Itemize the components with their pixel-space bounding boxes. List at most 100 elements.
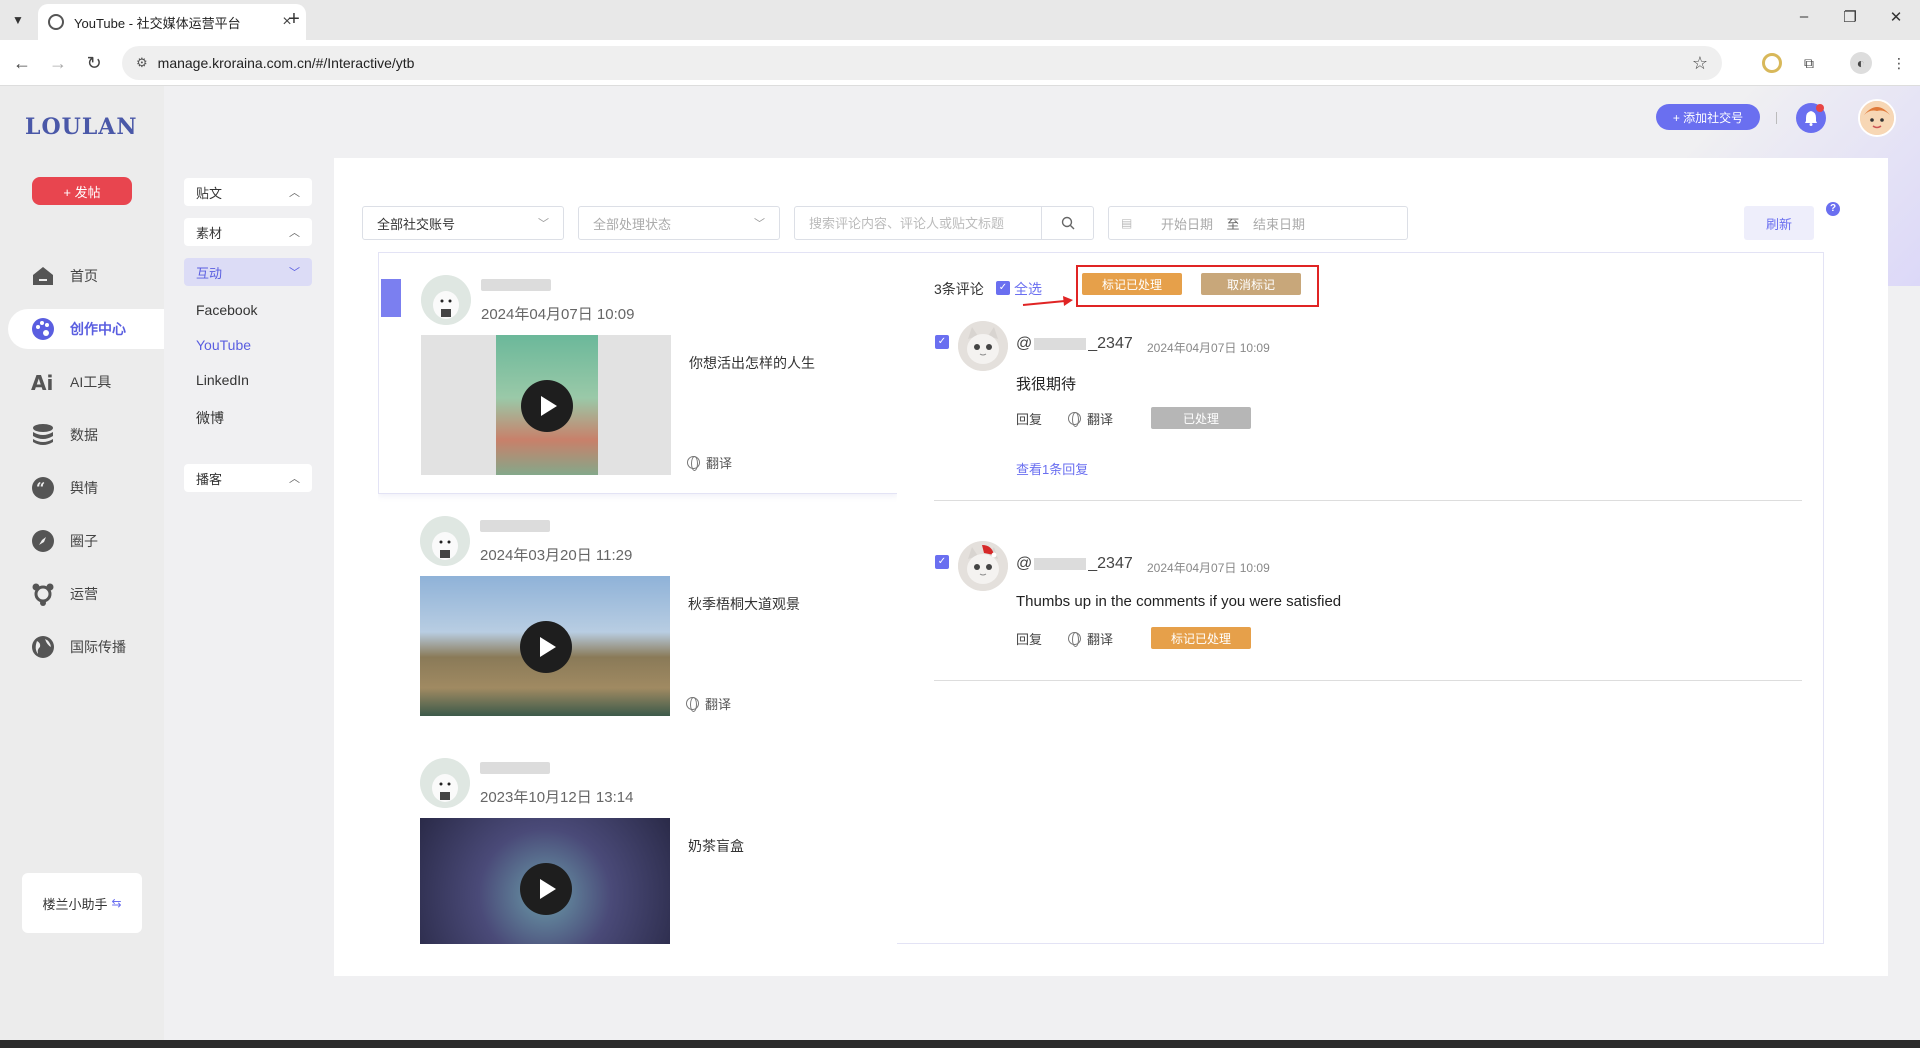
date-range-picker[interactable]: ▤ 开始日期 至 结束日期 xyxy=(1108,206,1408,240)
translate-button[interactable]: 翻译 xyxy=(1068,629,1113,648)
comment-actions: 回复 翻译 已处理 xyxy=(1016,407,1252,429)
reply-button[interactable]: 回复 xyxy=(1016,409,1042,428)
account-select[interactable]: 全部社交账号 ﹀ xyxy=(362,206,564,240)
minimize-icon[interactable]: – xyxy=(1792,8,1816,25)
network-icon xyxy=(30,581,56,607)
processed-status-button[interactable]: 已处理 xyxy=(1151,407,1252,429)
translate-button[interactable]: 翻译 xyxy=(686,694,731,713)
subnav-group-posts[interactable]: 贴文 ︿ xyxy=(184,178,312,206)
subnav-group-interaction[interactable]: 互动 ﹀ xyxy=(184,258,312,286)
browser-tab[interactable]: YouTube - 社交媒体运营平台 × xyxy=(38,4,306,40)
calendar-icon: ▤ xyxy=(1121,216,1133,230)
assistant-button[interactable]: 楼兰小助手 ⇆ xyxy=(22,873,142,933)
comment-text: 我很期待 xyxy=(1016,376,1077,393)
refresh-button[interactable]: 刷新 xyxy=(1744,206,1814,240)
comment-time: 2024年04月07日 10:09 xyxy=(1147,341,1270,355)
taskbar xyxy=(0,1040,1920,1048)
post-author-redacted xyxy=(481,279,551,291)
subnav-group-podcast[interactable]: 播客 ︿ xyxy=(184,464,312,492)
search-input[interactable] xyxy=(795,207,1041,239)
unmark-button[interactable]: 取消标记 xyxy=(1201,273,1301,295)
database-icon xyxy=(30,422,56,448)
subnav-group-label: 贴文 xyxy=(196,185,223,201)
tab-list-chevron-icon[interactable]: ▼ xyxy=(6,8,30,32)
start-date[interactable]: 开始日期 xyxy=(1161,214,1213,233)
mark-processed-button[interactable]: 标记已处理 xyxy=(1082,273,1182,295)
user-avatar[interactable] xyxy=(1858,99,1896,137)
url-text: manage.kroraina.com.cn/#/Interactive/ytb xyxy=(157,55,415,71)
author-suffix: _2347 xyxy=(1088,335,1133,352)
browser-menu-icon[interactable]: ⋮ xyxy=(1888,52,1910,74)
forward-arrow-icon[interactable]: → xyxy=(46,51,70,75)
browser-tabbar: ▼ YouTube - 社交媒体运营平台 × + – ❐ ✕ xyxy=(0,0,1920,40)
post-caption: 奶茶盲盒 xyxy=(688,838,744,854)
subnav-link-linkedin[interactable]: LinkedIn xyxy=(196,372,249,388)
help-icon[interactable]: ? xyxy=(1826,202,1840,216)
palette-icon xyxy=(30,316,56,342)
comment-checkbox[interactable]: ✓ xyxy=(935,555,949,569)
sidebar-item-data[interactable]: 数据 xyxy=(8,415,164,455)
mark-processed-status-button[interactable]: 标记已处理 xyxy=(1151,627,1252,649)
notification-button[interactable] xyxy=(1796,103,1826,133)
post-card[interactable]: 2024年03月20日 11:29 秋季梧桐大道观景 翻译 xyxy=(378,494,898,736)
chevron-down-icon: ﹀ xyxy=(538,218,549,230)
author-redacted xyxy=(1034,338,1087,350)
sidebar-item-ai-tools[interactable]: Ai AI工具 xyxy=(8,362,164,402)
video-thumbnail[interactable] xyxy=(420,818,670,944)
avatar xyxy=(421,275,471,325)
view-replies-link[interactable]: 查看1条回复 xyxy=(1016,459,1088,478)
add-social-account-button[interactable]: + 添加社交号 xyxy=(1656,104,1760,130)
select-all-checkbox[interactable]: ✓ xyxy=(996,281,1010,295)
extension-icon[interactable] xyxy=(1762,53,1782,73)
globe-icon xyxy=(1068,631,1082,647)
new-post-button[interactable]: + 发帖 xyxy=(32,177,132,205)
comment-count: 3条评论 xyxy=(934,281,984,297)
close-window-icon[interactable]: ✕ xyxy=(1884,8,1908,26)
play-icon[interactable] xyxy=(520,863,572,915)
sidebar-item-home[interactable]: 首页 xyxy=(8,256,164,296)
comment-checkbox[interactable]: ✓ xyxy=(935,335,949,349)
play-icon[interactable] xyxy=(521,380,573,432)
search-icon xyxy=(1061,216,1074,230)
post-list: 2024年04月07日 10:09 你想活出怎样的人生 翻译 2024年03月2… xyxy=(378,252,898,944)
translate-button[interactable]: 翻译 xyxy=(687,453,732,472)
video-thumbnail[interactable] xyxy=(420,576,670,716)
search-button[interactable] xyxy=(1041,207,1093,239)
back-arrow-icon[interactable]: ← xyxy=(10,51,34,75)
sidebar-item-label: 首页 xyxy=(70,268,98,284)
logo: LOULAN xyxy=(25,114,138,140)
post-time: 2024年03月20日 11:29 xyxy=(480,547,633,564)
sidebar-item-label: 舆情 xyxy=(70,480,98,496)
subnav-link-facebook[interactable]: Facebook xyxy=(196,302,257,318)
end-date[interactable]: 结束日期 xyxy=(1253,214,1305,233)
sidebar-item-public-opinion[interactable]: “ 舆情 xyxy=(8,468,164,508)
reply-button[interactable]: 回复 xyxy=(1016,629,1042,648)
address-bar[interactable]: ⚙ manage.kroraina.com.cn/#/Interactive/y… xyxy=(122,46,1722,80)
post-caption: 秋季梧桐大道观景 xyxy=(688,596,800,612)
video-thumbnail[interactable] xyxy=(421,335,671,475)
restore-icon[interactable]: ❐ xyxy=(1838,8,1862,26)
profile-icon[interactable]: ◐ xyxy=(1850,52,1872,74)
sidebar-item-operations[interactable]: 运营 xyxy=(8,574,164,614)
chevron-down-icon: ﹀ xyxy=(289,267,300,279)
translate-button[interactable]: 翻译 xyxy=(1068,409,1113,428)
globe-icon xyxy=(30,634,56,660)
chevron-up-icon: ︿ xyxy=(289,187,300,199)
sidebar-item-international[interactable]: 国际传播 xyxy=(8,627,164,667)
new-tab-plus-icon[interactable]: + xyxy=(282,8,306,32)
play-icon[interactable] xyxy=(520,621,572,673)
reload-icon[interactable]: ↻ xyxy=(82,51,106,75)
subnav-group-materials[interactable]: 素材 ︿ xyxy=(184,218,312,246)
sidebar-item-creation-center[interactable]: 创作中心 xyxy=(8,309,164,349)
status-select[interactable]: 全部处理状态 ﹀ xyxy=(578,206,780,240)
subnav-link-weibo[interactable]: 微博 xyxy=(196,408,224,428)
bookmark-star-icon[interactable]: ☆ xyxy=(1692,53,1708,74)
comment-item: ✓ @ _2347 2024年04月07日 10:09 我很期待 回复 翻译 已… xyxy=(934,321,1802,501)
subnav-link-youtube[interactable]: YouTube xyxy=(196,337,251,353)
post-card[interactable]: 2024年04月07日 10:09 你想活出怎样的人生 翻译 xyxy=(378,252,898,494)
post-card[interactable]: 2023年10月12日 13:14 奶茶盲盒 xyxy=(378,736,898,944)
sidebar-item-label: 国际传播 xyxy=(70,639,126,655)
site-settings-icon[interactable]: ⚙ xyxy=(136,55,148,71)
puzzle-extensions-icon[interactable]: ⧉ xyxy=(1798,52,1820,74)
sidebar-item-circles[interactable]: 圈子 xyxy=(8,521,164,561)
